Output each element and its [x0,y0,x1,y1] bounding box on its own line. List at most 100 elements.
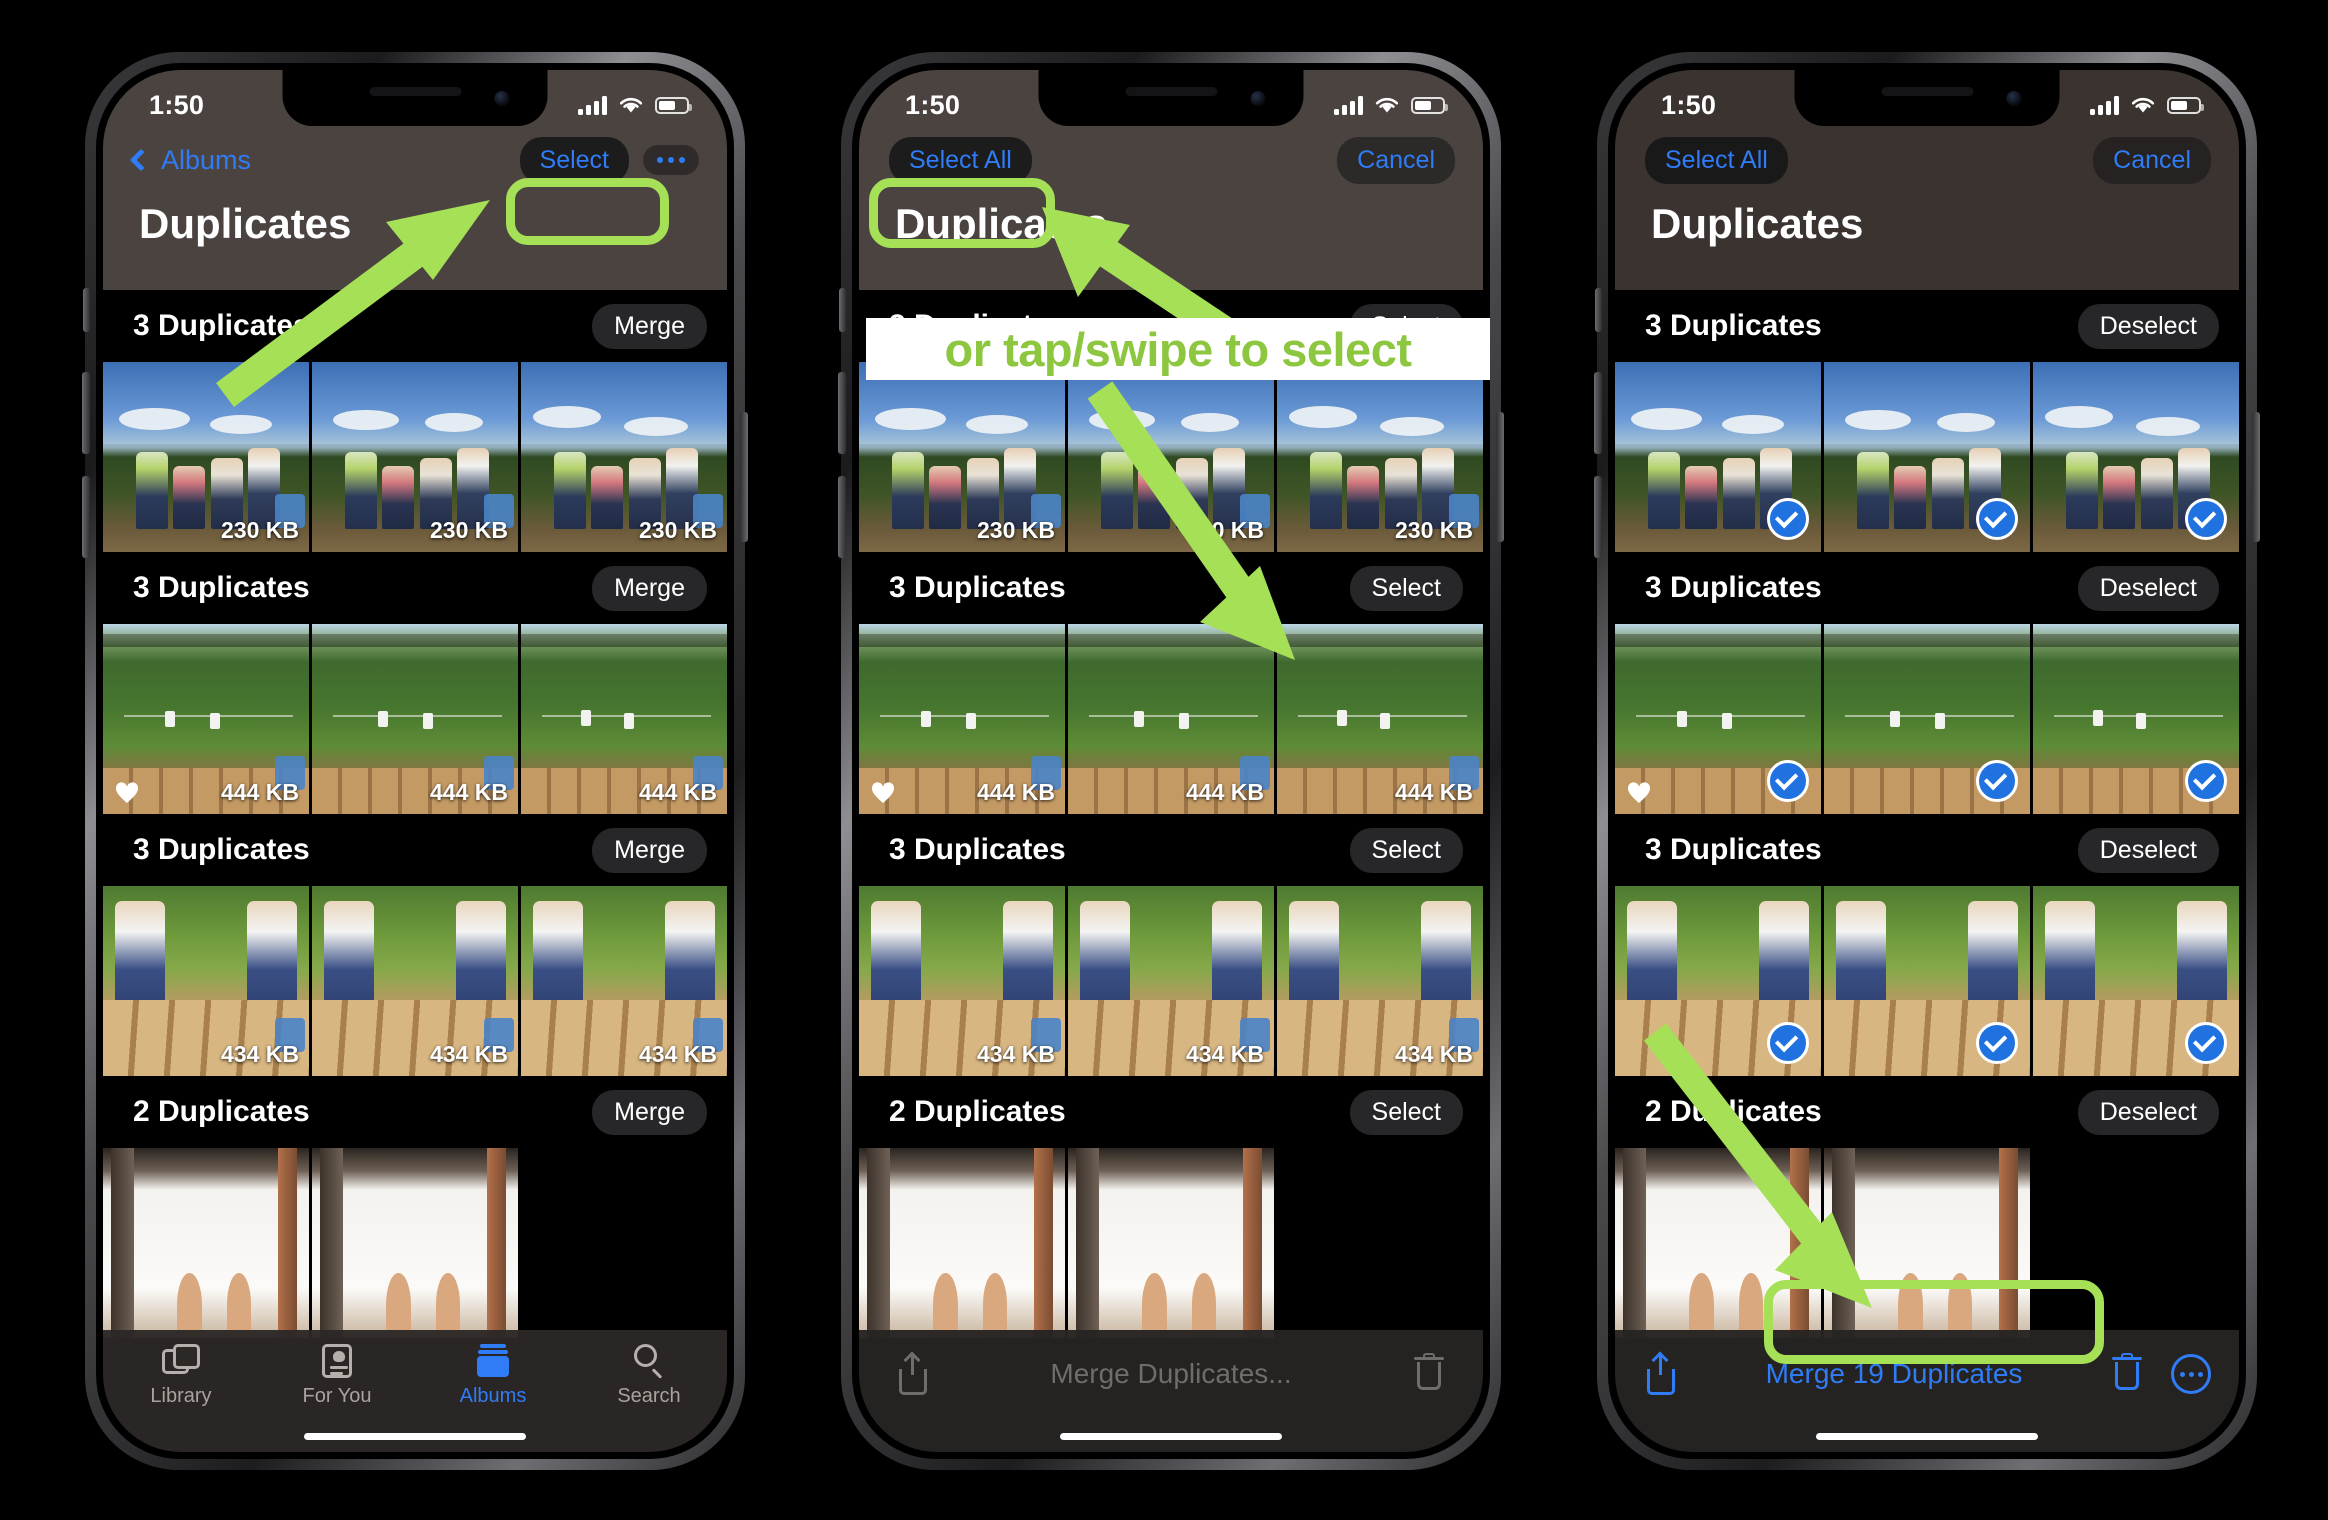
photo-row[interactable]: 230 KB 230 KB 230 KB [859,362,1483,552]
photo-row[interactable]: 444 KB 444 KB 444 KB [103,624,727,814]
selected-checkmark-icon[interactable] [1976,498,2018,540]
volume-up-button[interactable] [82,372,90,454]
photo-thumbnail[interactable] [1615,886,1821,1076]
photo-thumbnail[interactable] [2033,886,2239,1076]
group-select-button[interactable]: Select [1349,827,1463,873]
photo-thumbnail[interactable] [1824,886,2030,1076]
photo-thumbnail[interactable] [859,1148,1065,1338]
photo-row[interactable] [1615,362,2239,552]
cancel-button[interactable]: Cancel [1337,136,1455,184]
photo-thumbnail[interactable]: 230 KB [1068,362,1274,552]
photo-row[interactable]: 444 KB 444 KB 444 KB [859,624,1483,814]
selected-checkmark-icon[interactable] [1767,1022,1809,1064]
photo-row[interactable] [1615,1148,2239,1338]
photo-thumbnail[interactable] [1824,362,2030,552]
power-button[interactable] [1496,412,1504,542]
selected-checkmark-icon[interactable] [2185,498,2227,540]
volume-down-button[interactable] [838,476,846,558]
selected-checkmark-icon[interactable] [1976,1022,2018,1064]
photo-thumbnail[interactable] [2033,362,2239,552]
power-button[interactable] [740,412,748,542]
photo-thumbnail[interactable]: 444 KB [1068,624,1274,814]
photo-thumbnail[interactable]: 444 KB [521,624,727,814]
silence-switch[interactable] [83,288,90,332]
photo-row[interactable] [1615,886,2239,1076]
power-button[interactable] [2252,412,2260,542]
more-options-icon[interactable] [643,145,699,175]
select-all-button[interactable]: Select All [1645,136,1788,184]
group-merge-button[interactable]: Merge [592,565,707,611]
photo-thumbnail[interactable]: 444 KB [859,624,1065,814]
duplicates-list[interactable]: 3 Duplicates Deselect 3 Duplicates Desel… [1615,290,2239,1452]
group-select-button[interactable]: Select [1349,1089,1463,1135]
merge-duplicates-button[interactable]: Merge 19 Duplicates [1766,1358,2023,1390]
more-circle-icon[interactable] [2171,1354,2211,1394]
silence-switch[interactable] [839,288,846,332]
photo-thumbnail[interactable]: 434 KB [1068,886,1274,1076]
share-icon[interactable] [1643,1351,1679,1395]
photo-row[interactable] [103,1148,727,1338]
photo-row[interactable]: 434 KB 434 KB 434 KB [103,886,727,1076]
group-select-button[interactable]: Select [1349,565,1463,611]
photo-thumbnail[interactable] [103,1148,309,1338]
photo-thumbnail[interactable]: 444 KB [1277,624,1483,814]
photo-row[interactable]: 434 KB 434 KB 434 KB [859,886,1483,1076]
tab-search[interactable]: Search [571,1344,727,1408]
photo-thumbnail[interactable] [1824,624,2030,814]
photo-thumbnail[interactable] [1615,362,1821,552]
cancel-button[interactable]: Cancel [2093,136,2211,184]
select-button[interactable]: Select [519,136,629,184]
tab-library[interactable]: Library [103,1344,259,1408]
select-all-button[interactable]: Select All [889,136,1032,184]
photo-thumbnail[interactable]: 434 KB [103,886,309,1076]
home-indicator[interactable] [1816,1433,2038,1440]
photo-row[interactable] [859,1148,1483,1338]
trash-icon[interactable] [2109,1353,2145,1395]
selected-checkmark-icon[interactable] [2185,760,2227,802]
back-to-albums[interactable]: Albums [129,145,251,176]
photo-thumbnail[interactable]: 434 KB [859,886,1065,1076]
selected-checkmark-icon[interactable] [1767,760,1809,802]
group-deselect-button[interactable]: Deselect [2077,303,2219,349]
photo-thumbnail[interactable] [1823,1148,2030,1338]
share-icon[interactable] [895,1351,931,1395]
photo-thumbnail[interactable]: 434 KB [1277,886,1483,1076]
selected-checkmark-icon[interactable] [1767,498,1809,540]
home-indicator[interactable] [1060,1433,1282,1440]
selected-checkmark-icon[interactable] [2185,1022,2227,1064]
photo-thumbnail[interactable] [2033,624,2239,814]
photo-row[interactable] [1615,624,2239,814]
photo-thumbnail[interactable]: 230 KB [103,362,309,552]
tab-for-you[interactable]: For You [259,1344,415,1408]
photo-thumbnail[interactable] [311,1148,518,1338]
group-deselect-button[interactable]: Deselect [2077,827,2219,873]
tab-albums[interactable]: Albums [415,1344,571,1408]
volume-up-button[interactable] [838,372,846,454]
group-merge-button[interactable]: Merge [592,303,707,349]
volume-up-button[interactable] [1594,372,1602,454]
photo-thumbnail[interactable] [1615,1148,1821,1338]
photo-thumbnail[interactable]: 230 KB [1277,362,1483,552]
trash-icon[interactable] [1411,1353,1447,1395]
photo-thumbnail[interactable]: 434 KB [312,886,518,1076]
group-deselect-button[interactable]: Deselect [2077,1089,2219,1135]
photo-thumbnail[interactable]: 444 KB [103,624,309,814]
photo-thumbnail[interactable]: 230 KB [859,362,1065,552]
group-merge-button[interactable]: Merge [592,827,707,873]
photo-thumbnail[interactable]: 230 KB [521,362,727,552]
duplicates-list[interactable]: 3 Duplicates Merge 230 KB 230 KB 230 KB … [103,290,727,1452]
duplicates-list[interactable]: 3 Duplicates Select 230 KB [859,290,1483,1452]
silence-switch[interactable] [1595,288,1602,332]
photo-thumbnail[interactable] [1615,624,1821,814]
photo-thumbnail[interactable]: 434 KB [521,886,727,1076]
group-deselect-button[interactable]: Deselect [2077,565,2219,611]
group-merge-button[interactable]: Merge [592,1089,707,1135]
selected-checkmark-icon[interactable] [1976,760,2018,802]
home-indicator[interactable] [304,1433,526,1440]
photo-row[interactable]: 230 KB 230 KB 230 KB [103,362,727,552]
photo-thumbnail[interactable]: 230 KB [312,362,518,552]
photo-thumbnail[interactable]: 444 KB [312,624,518,814]
volume-down-button[interactable] [82,476,90,558]
photo-thumbnail[interactable] [1067,1148,1274,1338]
volume-down-button[interactable] [1594,476,1602,558]
